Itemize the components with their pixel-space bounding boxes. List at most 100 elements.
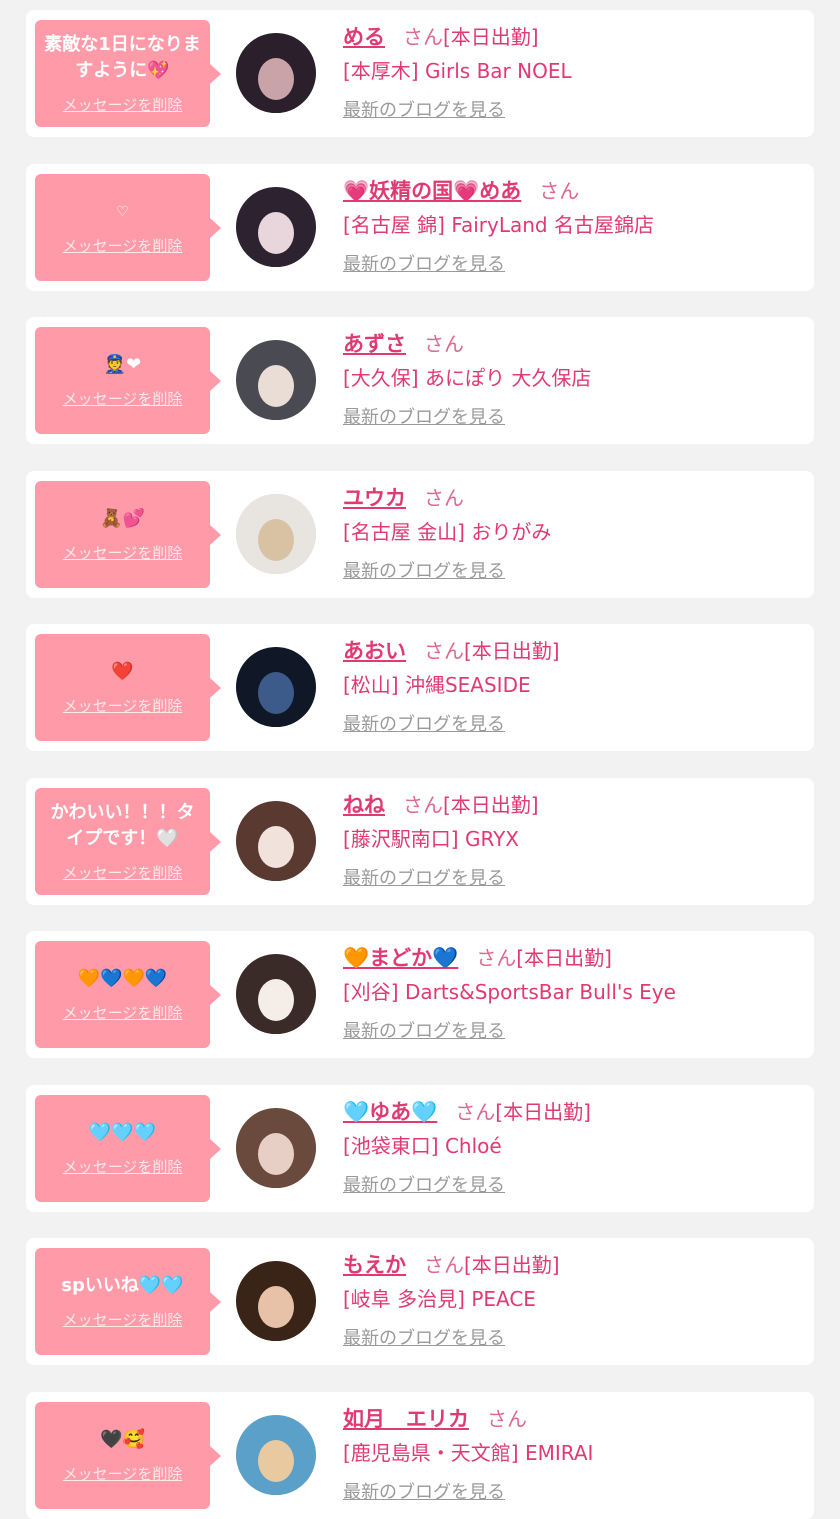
name-row: める さん [本日出勤] bbox=[343, 20, 806, 54]
cast-name-link[interactable]: あずさ bbox=[343, 327, 406, 361]
cast-info: 🩵ゆあ🩵 さん [本日出勤] [池袋東口] Chloé 最新のブログを見る bbox=[343, 1095, 806, 1197]
cast-info: 🧡まどか💙 さん [本日出勤] [刈谷] Darts&SportsBar Bul… bbox=[343, 941, 806, 1043]
honorific-text: さん bbox=[455, 1100, 496, 1124]
status-text: [本日出勤] bbox=[464, 1253, 560, 1277]
avatar[interactable] bbox=[236, 801, 316, 881]
latest-blog-link[interactable]: 最新のブログを見る bbox=[343, 96, 505, 122]
message-text: 素敵な1日になりますように💖 bbox=[44, 34, 201, 81]
cast-name-link[interactable]: める bbox=[343, 20, 385, 54]
honorific-text: さん bbox=[403, 793, 443, 817]
cast-name-link[interactable]: 🧡まどか💙 bbox=[343, 941, 458, 975]
list-item: 👮❤ メッセージを削除 あずさ さん [大久保] あにぽり 大久保店 最新のブロ… bbox=[26, 317, 814, 444]
list-item: 🩵🩵🩵 メッセージを削除 🩵ゆあ🩵 さん [本日出勤] [池袋東口] Chloé… bbox=[26, 1085, 814, 1212]
message-bubble: 🧸💕 メッセージを削除 bbox=[35, 481, 221, 588]
cast-info: 如月 エリカ さん [鹿児島県・天文館] EMIRAI 最新のブログを見る bbox=[343, 1402, 806, 1504]
avatar[interactable] bbox=[236, 1415, 316, 1495]
avatar[interactable] bbox=[236, 340, 316, 420]
latest-blog-link[interactable]: 最新のブログを見る bbox=[343, 710, 505, 736]
honorific-text: さん bbox=[476, 946, 517, 970]
name-row: ユウカ さん bbox=[343, 481, 806, 515]
name-row: あおい さん [本日出勤] bbox=[343, 634, 806, 668]
delete-message-link[interactable]: メッセージを削除 bbox=[63, 695, 183, 716]
cast-info: 💗妖精の国💗めあ さん [名古屋 錦] FairyLand 名古屋錦店 最新のブ… bbox=[343, 174, 806, 276]
message-bubble: 素敵な1日になりますように💖 メッセージを削除 bbox=[35, 20, 221, 127]
latest-blog-link[interactable]: 最新のブログを見る bbox=[343, 1324, 505, 1350]
list-item: かわいい！！！タイプです！🤍 メッセージを削除 ねね さん [本日出勤] [藤沢… bbox=[26, 778, 814, 905]
name-row: あずさ さん bbox=[343, 327, 806, 361]
latest-blog-link[interactable]: 最新のブログを見る bbox=[343, 864, 505, 890]
avatar-image bbox=[236, 1261, 316, 1341]
delete-message-link[interactable]: メッセージを削除 bbox=[63, 862, 183, 883]
cast-info: もえか さん [本日出勤] [岐阜 多治見] PEACE 最新のブログを見る bbox=[343, 1248, 806, 1350]
cast-info: める さん [本日出勤] [本厚木] Girls Bar NOEL 最新のブログ… bbox=[343, 20, 806, 122]
delete-message-link[interactable]: メッセージを削除 bbox=[63, 1002, 183, 1023]
honorific-text: さん bbox=[424, 639, 464, 663]
list-item: 🧸💕 メッセージを削除 ユウカ さん [名古屋 金山] おりがみ 最新のブログを… bbox=[26, 471, 814, 598]
list-item: ♡ メッセージを削除 💗妖精の国💗めあ さん [名古屋 錦] FairyLand… bbox=[26, 164, 814, 291]
shop-text: [松山] 沖縄SEASIDE bbox=[343, 673, 531, 697]
honorific-text: さん bbox=[403, 25, 443, 49]
cast-name-link[interactable]: ねね bbox=[343, 788, 385, 822]
cast-name-link[interactable]: 💗妖精の国💗めあ bbox=[343, 174, 521, 208]
list-item: 素敵な1日になりますように💖 メッセージを削除 める さん [本日出勤] [本厚… bbox=[26, 10, 814, 137]
honorific-text: さん bbox=[424, 332, 464, 356]
latest-blog-link[interactable]: 最新のブログを見る bbox=[343, 1017, 505, 1043]
delete-message-link[interactable]: メッセージを削除 bbox=[63, 542, 183, 563]
cast-name-link[interactable]: あおい bbox=[343, 634, 406, 668]
message-bubble: ❤️ メッセージを削除 bbox=[35, 634, 221, 741]
message-text: 🧸💕 bbox=[100, 508, 145, 529]
avatar[interactable] bbox=[236, 494, 316, 574]
message-text: ♡ bbox=[116, 204, 129, 220]
message-bubble: 🧡💙🧡💙 メッセージを削除 bbox=[35, 941, 221, 1048]
avatar[interactable] bbox=[236, 1261, 316, 1341]
delete-message-link[interactable]: メッセージを削除 bbox=[63, 94, 183, 115]
list-item: 🧡💙🧡💙 メッセージを削除 🧡まどか💙 さん [本日出勤] [刈谷] Darts… bbox=[26, 931, 814, 1058]
avatar-image bbox=[236, 33, 316, 113]
name-row: もえか さん [本日出勤] bbox=[343, 1248, 806, 1282]
cast-name-link[interactable]: 如月 エリカ bbox=[343, 1402, 469, 1436]
name-row: 🧡まどか💙 さん [本日出勤] bbox=[343, 941, 806, 975]
message-bubble: 🩵🩵🩵 メッセージを削除 bbox=[35, 1095, 221, 1202]
message-bubble: かわいい！！！タイプです！🤍 メッセージを削除 bbox=[35, 788, 221, 895]
avatar-image bbox=[236, 340, 316, 420]
avatar-image bbox=[236, 647, 316, 727]
delete-message-link[interactable]: メッセージを削除 bbox=[63, 235, 183, 256]
delete-message-link[interactable]: メッセージを削除 bbox=[63, 1156, 183, 1177]
name-row: ねね さん [本日出勤] bbox=[343, 788, 806, 822]
shop-text: [藤沢駅南口] GRYX bbox=[343, 827, 519, 851]
list-item: 🖤🥰 メッセージを削除 如月 エリカ さん [鹿児島県・天文館] EMIRAI … bbox=[26, 1392, 814, 1519]
latest-blog-link[interactable]: 最新のブログを見る bbox=[343, 1171, 505, 1197]
message-text: ❤️ bbox=[111, 661, 134, 682]
message-text: 🖤🥰 bbox=[100, 1429, 145, 1450]
message-bubble: 🖤🥰 メッセージを削除 bbox=[35, 1402, 221, 1509]
avatar-image bbox=[236, 494, 316, 574]
message-bubble: ♡ メッセージを削除 bbox=[35, 174, 221, 281]
status-text: [本日出勤] bbox=[516, 946, 612, 970]
delete-message-link[interactable]: メッセージを削除 bbox=[63, 1309, 183, 1330]
latest-blog-link[interactable]: 最新のブログを見る bbox=[343, 250, 505, 276]
delete-message-link[interactable]: メッセージを削除 bbox=[63, 388, 183, 409]
latest-blog-link[interactable]: 最新のブログを見る bbox=[343, 403, 505, 429]
latest-blog-link[interactable]: 最新のブログを見る bbox=[343, 557, 505, 583]
cast-info: あおい さん [本日出勤] [松山] 沖縄SEASIDE 最新のブログを見る bbox=[343, 634, 806, 736]
status-text: [本日出勤] bbox=[464, 639, 560, 663]
shop-text: [大久保] あにぽり 大久保店 bbox=[343, 366, 592, 390]
avatar[interactable] bbox=[236, 954, 316, 1034]
shop-text: [名古屋 金山] おりがみ bbox=[343, 520, 552, 544]
avatar[interactable] bbox=[236, 1108, 316, 1188]
latest-blog-link[interactable]: 最新のブログを見る bbox=[343, 1478, 505, 1504]
avatar[interactable] bbox=[236, 33, 316, 113]
avatar-image bbox=[236, 954, 316, 1034]
avatar[interactable] bbox=[236, 187, 316, 267]
honorific-text: さん bbox=[539, 179, 580, 203]
delete-message-link[interactable]: メッセージを削除 bbox=[63, 1463, 183, 1484]
message-bubble: 👮❤ メッセージを削除 bbox=[35, 327, 221, 434]
message-bubble: spいいね🩵🩵 メッセージを削除 bbox=[35, 1248, 221, 1355]
cast-name-link[interactable]: 🩵ゆあ🩵 bbox=[343, 1095, 437, 1129]
cast-name-link[interactable]: ユウカ bbox=[343, 481, 406, 515]
cast-name-link[interactable]: もえか bbox=[343, 1248, 406, 1282]
favorite-list: 素敵な1日になりますように💖 メッセージを削除 める さん [本日出勤] [本厚… bbox=[0, 0, 840, 1519]
honorific-text: さん bbox=[487, 1407, 527, 1431]
avatar[interactable] bbox=[236, 647, 316, 727]
shop-text: [本厚木] Girls Bar NOEL bbox=[343, 59, 572, 83]
